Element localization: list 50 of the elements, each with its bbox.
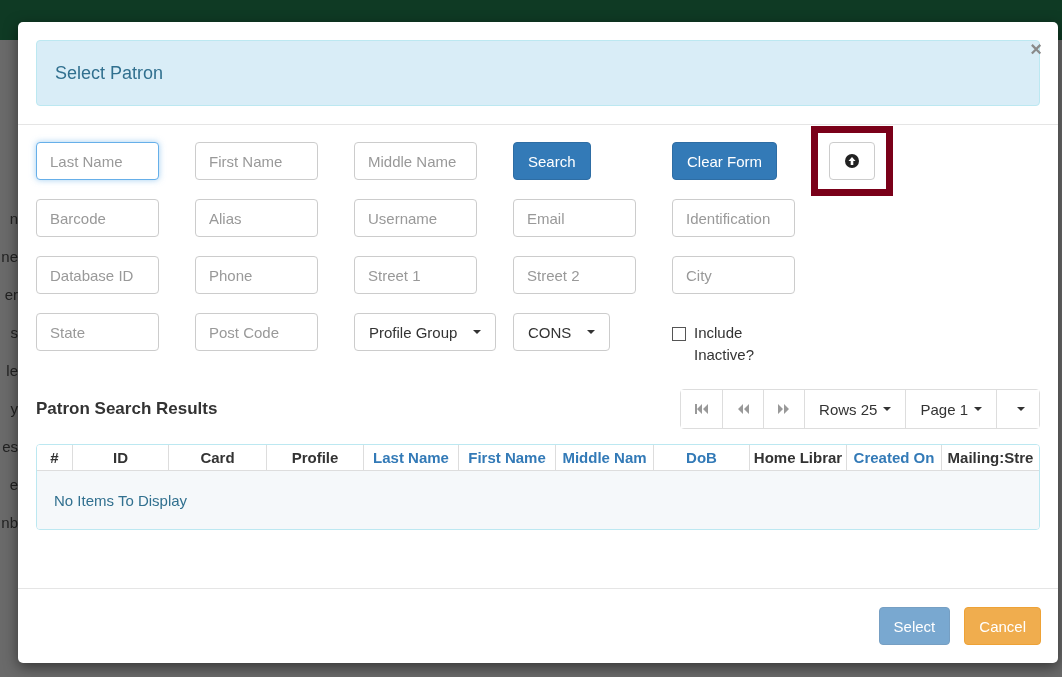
column-header: ID bbox=[72, 445, 168, 470]
dropdown-button[interactable]: Profile Group bbox=[354, 313, 497, 351]
background-text: nb bbox=[0, 513, 18, 533]
input-field[interactable]: Identification bbox=[672, 199, 795, 237]
rewind-icon bbox=[737, 404, 750, 414]
background-text: es bbox=[1, 437, 18, 457]
input-field[interactable]: Database ID bbox=[36, 256, 159, 294]
empty-message: No Items To Display bbox=[54, 491, 188, 509]
form-button[interactable]: Search bbox=[513, 142, 591, 180]
input-field[interactable]: Street 1 bbox=[354, 256, 477, 294]
input-field[interactable]: Post Code bbox=[195, 313, 318, 351]
column-header: Home Librar bbox=[749, 445, 846, 470]
background-text: s bbox=[9, 323, 18, 343]
input-field[interactable]: Alias bbox=[195, 199, 318, 237]
sortable-column-header[interactable]: Middle Nam bbox=[555, 445, 653, 470]
input-field[interactable]: Last Name bbox=[36, 142, 159, 180]
input-field[interactable]: City bbox=[672, 256, 795, 294]
background-text: er bbox=[3, 285, 18, 305]
input-field[interactable]: Middle Name bbox=[354, 142, 477, 180]
sortable-column-header[interactable]: DoB bbox=[653, 445, 749, 470]
input-field[interactable]: State bbox=[36, 313, 159, 351]
input-field[interactable]: Barcode bbox=[36, 199, 159, 237]
input-field[interactable]: Email bbox=[513, 199, 636, 237]
fast-forward-icon bbox=[778, 404, 791, 414]
upload-button[interactable] bbox=[829, 142, 875, 180]
up-arrow-circle-icon bbox=[845, 154, 859, 168]
sortable-column-header[interactable]: First Name bbox=[458, 445, 555, 470]
background-text: y bbox=[9, 399, 18, 419]
sortable-column-header[interactable]: Created On bbox=[846, 445, 941, 470]
modal-title: Select Patron bbox=[55, 62, 164, 84]
results-heading: Patron Search Results bbox=[36, 399, 218, 419]
dropdown-button[interactable]: CONS bbox=[513, 313, 611, 351]
column-header: # bbox=[49, 448, 60, 468]
input-field[interactable]: Username bbox=[354, 199, 477, 237]
close-button[interactable]: × bbox=[1030, 40, 1042, 58]
background-text: n bbox=[8, 209, 18, 229]
checkbox-label: Include Inactive? bbox=[694, 323, 756, 365]
background-text: e bbox=[8, 475, 18, 495]
column-header: Card bbox=[168, 445, 266, 470]
input-field[interactable]: Phone bbox=[195, 256, 318, 294]
column-header: Mailing:Stre bbox=[941, 445, 1039, 470]
column-header: Profile bbox=[266, 445, 363, 470]
background-text: ne bbox=[0, 247, 18, 267]
sortable-column-header[interactable]: Last Name bbox=[363, 445, 458, 470]
input-field[interactable]: Street 2 bbox=[513, 256, 636, 294]
input-field[interactable]: First Name bbox=[195, 142, 318, 180]
checkbox[interactable] bbox=[672, 327, 686, 341]
background-text: le bbox=[5, 361, 18, 381]
skip-back-icon bbox=[695, 404, 709, 414]
form-button[interactable]: Clear Form bbox=[672, 142, 777, 180]
